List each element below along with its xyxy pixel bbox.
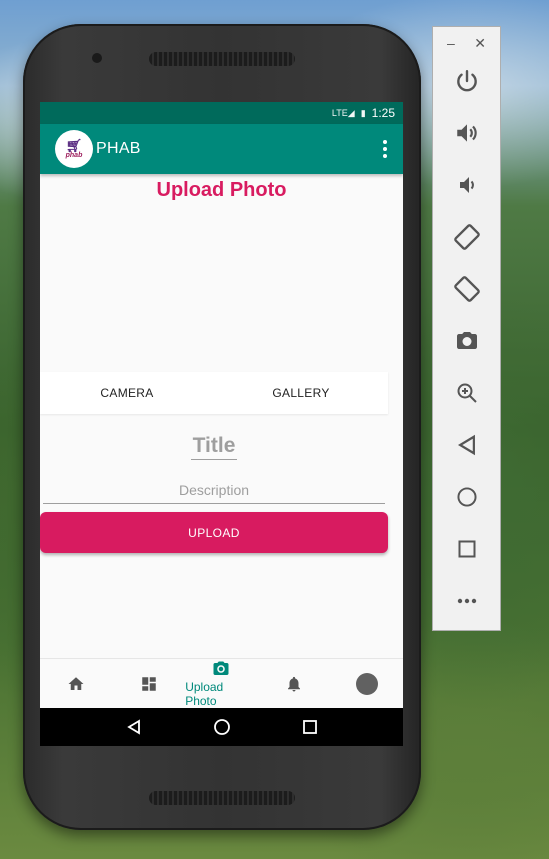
camera-button[interactable]: CAMERA	[40, 372, 214, 414]
nav-item-notifications[interactable]	[258, 659, 331, 708]
emu-home-button[interactable]	[433, 471, 500, 523]
emu-more-button[interactable]	[433, 575, 500, 627]
screenshot-icon	[456, 332, 477, 349]
top-speaker	[149, 52, 295, 66]
app-title: PHAB	[96, 140, 141, 157]
nav-label-upload-photo: Upload Photo	[185, 679, 224, 708]
source-buttons: CAMERA GALLERY	[40, 372, 388, 414]
avatar	[355, 672, 378, 695]
dashboard-icon	[142, 676, 156, 691]
home-icon	[68, 676, 84, 690]
volume-down-icon	[459, 177, 474, 193]
emu-overview-button[interactable]	[433, 523, 500, 575]
phone-frame: LTE◢ ▮ 1:25 🛒︎ phab PHAB Upload Photo CA…	[23, 24, 421, 830]
rotate-right-icon	[453, 276, 480, 302]
overview-icon	[458, 540, 475, 558]
logo-text: phab	[65, 151, 83, 159]
nav-item-upload-photo[interactable]: Upload Photo	[185, 659, 258, 708]
minimize-icon[interactable]: –	[447, 35, 455, 55]
page-title: Upload Photo	[156, 179, 287, 201]
cart-icon: 🛒︎	[65, 137, 83, 153]
back-icon[interactable]	[126, 719, 142, 735]
rotate-right-button[interactable]	[433, 263, 500, 315]
rotate-left-icon	[453, 224, 480, 250]
system-navigation-bar	[40, 708, 403, 746]
volume-down-button[interactable]	[433, 159, 500, 211]
close-icon[interactable]: ✕	[474, 35, 486, 55]
zoom-icon	[457, 383, 477, 403]
battery-icon: ▮	[360, 107, 366, 118]
upload-button[interactable]: UPLOAD	[40, 512, 388, 553]
status-bar: LTE◢ ▮ 1:25	[40, 102, 403, 124]
emu-back-button[interactable]	[433, 419, 500, 471]
front-camera	[92, 53, 102, 63]
image-preview	[40, 202, 403, 376]
overflow-menu-icon[interactable]	[383, 140, 387, 158]
lte-signal-icon: LTE◢	[331, 107, 355, 118]
nav-item-home[interactable]	[40, 659, 113, 708]
bottom-speaker	[149, 791, 295, 805]
back-icon	[457, 434, 475, 456]
description-input[interactable]: Description	[43, 482, 385, 504]
nav-item-profile[interactable]	[330, 659, 403, 708]
volume-up-button[interactable]	[433, 107, 500, 159]
phone-screen: LTE◢ ▮ 1:25 🛒︎ phab PHAB Upload Photo CA…	[40, 102, 403, 746]
camera-icon	[213, 661, 229, 675]
power-icon	[456, 70, 477, 92]
emulator-toolbar: – ✕	[432, 26, 501, 631]
bottom-navigation: Upload Photo	[40, 658, 403, 708]
status-time: 1:25	[371, 106, 395, 120]
volume-up-icon	[456, 124, 477, 142]
nav-item-dashboard[interactable]	[113, 659, 186, 708]
rotate-left-button[interactable]	[433, 211, 500, 263]
app-bar: 🛒︎ phab PHAB	[40, 124, 403, 174]
more-icon	[457, 598, 476, 604]
home-button-icon[interactable]	[213, 718, 231, 736]
screenshot-button[interactable]	[433, 315, 500, 367]
title-input[interactable]: Title	[191, 434, 237, 460]
app-logo: 🛒︎ phab	[55, 130, 93, 168]
bell-icon	[288, 676, 301, 691]
recents-icon[interactable]	[302, 719, 318, 735]
zoom-button[interactable]	[433, 367, 500, 419]
home-circle-icon	[456, 487, 477, 507]
gallery-button[interactable]: GALLERY	[214, 372, 388, 414]
power-button[interactable]	[433, 55, 500, 107]
